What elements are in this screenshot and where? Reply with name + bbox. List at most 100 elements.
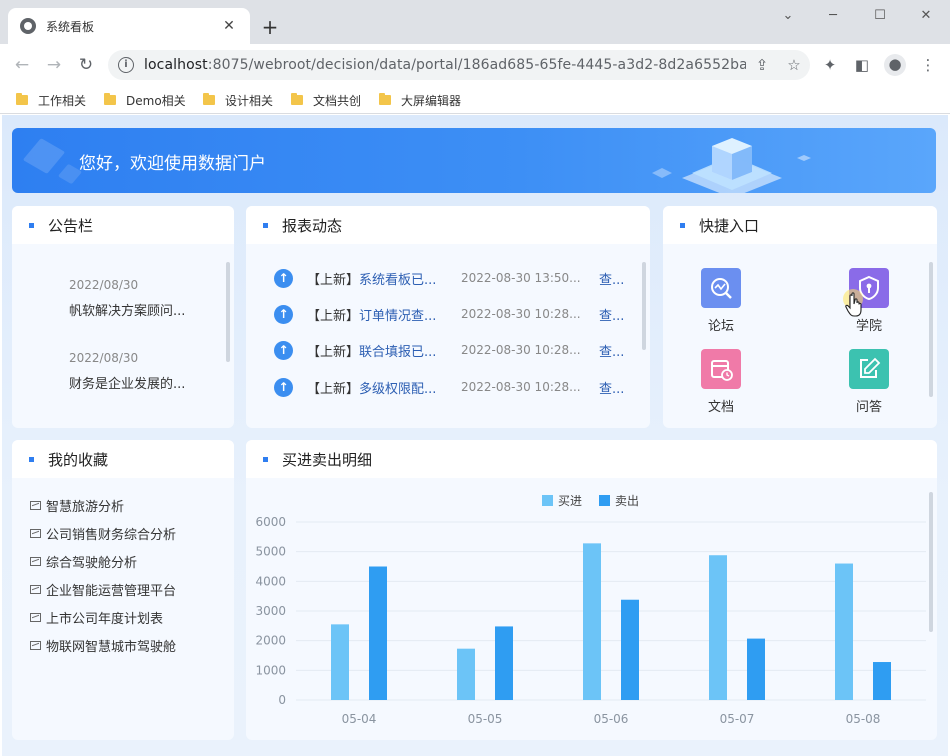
title-marker	[29, 456, 34, 462]
x-tick-label: 05-06	[594, 712, 629, 726]
browser-tab[interactable]: 系统看板 ✕	[8, 8, 250, 44]
view-link[interactable]: 查...	[599, 341, 624, 360]
notice-link[interactable]: 帆软解决方案顾问...	[69, 300, 185, 319]
bookmark-star-icon[interactable]: ☆	[778, 56, 810, 74]
notice-link[interactable]: 财务是企业发展的...	[69, 373, 185, 392]
bar-sell	[873, 662, 891, 700]
report-title[interactable]: 多级权限配...	[359, 382, 436, 397]
report-chart-icon	[30, 641, 41, 650]
isometric-illustration	[652, 138, 811, 193]
report-chart-icon	[30, 557, 41, 566]
maximize-button[interactable]: ☐	[857, 4, 903, 28]
title-marker	[680, 222, 685, 228]
x-tick-label: 05-05	[468, 712, 503, 726]
quick-entry-docs[interactable]: 文档	[691, 349, 751, 415]
welcome-banner: 您好，欢迎使用数据门户	[12, 128, 936, 193]
bar-sell	[495, 626, 513, 700]
legend-label: 买进	[558, 494, 582, 508]
scrollbar[interactable]	[929, 262, 933, 397]
folder-icon	[379, 93, 391, 105]
share-icon[interactable]: ⇪	[746, 56, 778, 74]
scrollbar[interactable]	[929, 492, 933, 632]
bar-sell	[621, 599, 639, 700]
site-info-icon[interactable]: i	[118, 57, 134, 73]
report-row[interactable]: ↑ 【上新】联合填报已... 2022-08-30 10:28... 查...	[274, 339, 634, 361]
menu-dots-icon[interactable]: ⋮	[918, 55, 938, 75]
report-title[interactable]: 系统看板已...	[359, 273, 436, 288]
tab-search-button[interactable]: ⌄	[765, 4, 811, 28]
card-header: 买进卖出明细	[246, 440, 937, 478]
x-tick-label: 05-08	[846, 712, 881, 726]
profile-avatar-icon[interactable]: ●	[884, 54, 906, 76]
arrow-up-icon: ↑	[274, 340, 293, 360]
forward-arrow-icon[interactable]: →	[42, 53, 66, 77]
back-arrow-icon[interactable]: ←	[10, 53, 34, 77]
title-marker	[263, 456, 268, 462]
card-header: 公告栏	[12, 206, 234, 244]
url-text[interactable]: localhost:8075/webroot/decision/data/por…	[144, 57, 746, 73]
bar-sell	[747, 638, 765, 700]
report-chart-icon	[30, 585, 41, 594]
y-tick-label: 2000	[255, 634, 286, 648]
reload-icon[interactable]: ↻	[74, 53, 98, 77]
trade-chart-card: 买进卖出明细 买进 卖出 0 1000 2000 3000 4000 5000 6000 05-0…	[246, 440, 937, 740]
report-row[interactable]: ↑ 【上新】订单情况查... 2022-08-30 10:28... 查...	[274, 303, 634, 325]
portal-page: 您好，欢迎使用数据门户 公告栏 2022/08/30 帆软解决方案顾问... 2…	[2, 115, 948, 756]
folder-icon	[291, 93, 303, 105]
favorite-item[interactable]: 综合驾驶舱分析	[30, 552, 137, 571]
legend-swatch	[542, 495, 553, 506]
browser-toolbar: ← → ↻ i localhost:8075/webroot/decision/…	[0, 44, 950, 86]
folder-icon	[16, 93, 28, 105]
report-title[interactable]: 联合填报已...	[359, 345, 436, 360]
new-tab-button[interactable]: +	[258, 16, 282, 40]
notice-card: 公告栏 2022/08/30 帆软解决方案顾问... 2022/08/30 财务…	[12, 206, 234, 428]
view-link[interactable]: 查...	[599, 305, 624, 324]
tab-close-icon[interactable]: ✕	[220, 18, 238, 34]
decor-cube	[22, 138, 66, 174]
quick-entry-qa[interactable]: 问答	[839, 349, 899, 415]
report-row[interactable]: ↑ 【上新】多级权限配... 2022-08-30 10:28... 查...	[274, 376, 634, 398]
favorite-item[interactable]: 上市公司年度计划表	[30, 608, 163, 627]
report-time: 2022-08-30 10:28...	[461, 307, 581, 321]
report-time: 2022-08-30 10:28...	[461, 380, 581, 394]
scrollbar[interactable]	[226, 262, 230, 362]
trade-bar-chart: 买进 卖出 0 1000 2000 3000 4000 5000 6000 05-04 05-05 0…	[255, 494, 926, 726]
quick-entry-label: 问答	[855, 400, 882, 415]
favorite-item[interactable]: 公司销售财务综合分析	[30, 524, 176, 543]
reports-card: 报表动态 ↑ 【上新】系统看板已... 2022-08-30 13:50... …	[246, 206, 650, 428]
card-header: 报表动态	[246, 206, 650, 244]
quick-entry-label: 文档	[707, 400, 734, 415]
bookmark-folder[interactable]: Demo相关	[104, 90, 186, 110]
y-tick-label: 6000	[255, 515, 286, 529]
bookmark-folder[interactable]: 大屏编辑器	[379, 90, 461, 110]
notice-date: 2022/08/30	[69, 351, 139, 365]
bookmark-folder[interactable]: 设计相关	[203, 90, 273, 110]
view-link[interactable]: 查...	[599, 378, 624, 397]
bar-buy	[583, 543, 601, 700]
x-tick-label: 05-04	[342, 712, 377, 726]
favorite-item[interactable]: 企业智能运营管理平台	[30, 580, 176, 599]
card-header: 快捷入口	[663, 206, 937, 244]
minimize-button[interactable]: ─	[810, 4, 856, 28]
scrollbar[interactable]	[642, 262, 646, 350]
bookmark-folder[interactable]: 工作相关	[16, 90, 86, 110]
favorite-item[interactable]: 智慧旅游分析	[30, 496, 124, 515]
report-title[interactable]: 订单情况查...	[359, 309, 436, 324]
card-title: 报表动态	[282, 216, 343, 235]
side-panel-icon[interactable]: ◧	[852, 55, 872, 75]
extensions-icon[interactable]: ✦	[820, 55, 840, 75]
y-tick-label: 0	[278, 693, 286, 707]
card-header: 我的收藏	[12, 440, 234, 478]
bookmark-folder[interactable]: 文档共创	[291, 90, 361, 110]
legend-swatch	[599, 495, 610, 506]
close-window-button[interactable]: ✕	[903, 4, 949, 28]
card-title: 我的收藏	[48, 450, 109, 469]
favorite-item[interactable]: 物联网智慧城市驾驶舱	[30, 636, 176, 655]
bar-sell	[369, 566, 387, 700]
quick-entry-forum[interactable]: 论坛	[691, 268, 751, 334]
bookmarks-bar: 工作相关 Demo相关 设计相关 文档共创 大屏编辑器	[0, 86, 950, 114]
address-bar[interactable]: i localhost:8075/webroot/decision/data/p…	[108, 50, 810, 80]
report-row[interactable]: ↑ 【上新】系统看板已... 2022-08-30 13:50... 查...	[274, 267, 634, 289]
report-time: 2022-08-30 13:50...	[461, 271, 581, 285]
view-link[interactable]: 查...	[599, 269, 624, 288]
